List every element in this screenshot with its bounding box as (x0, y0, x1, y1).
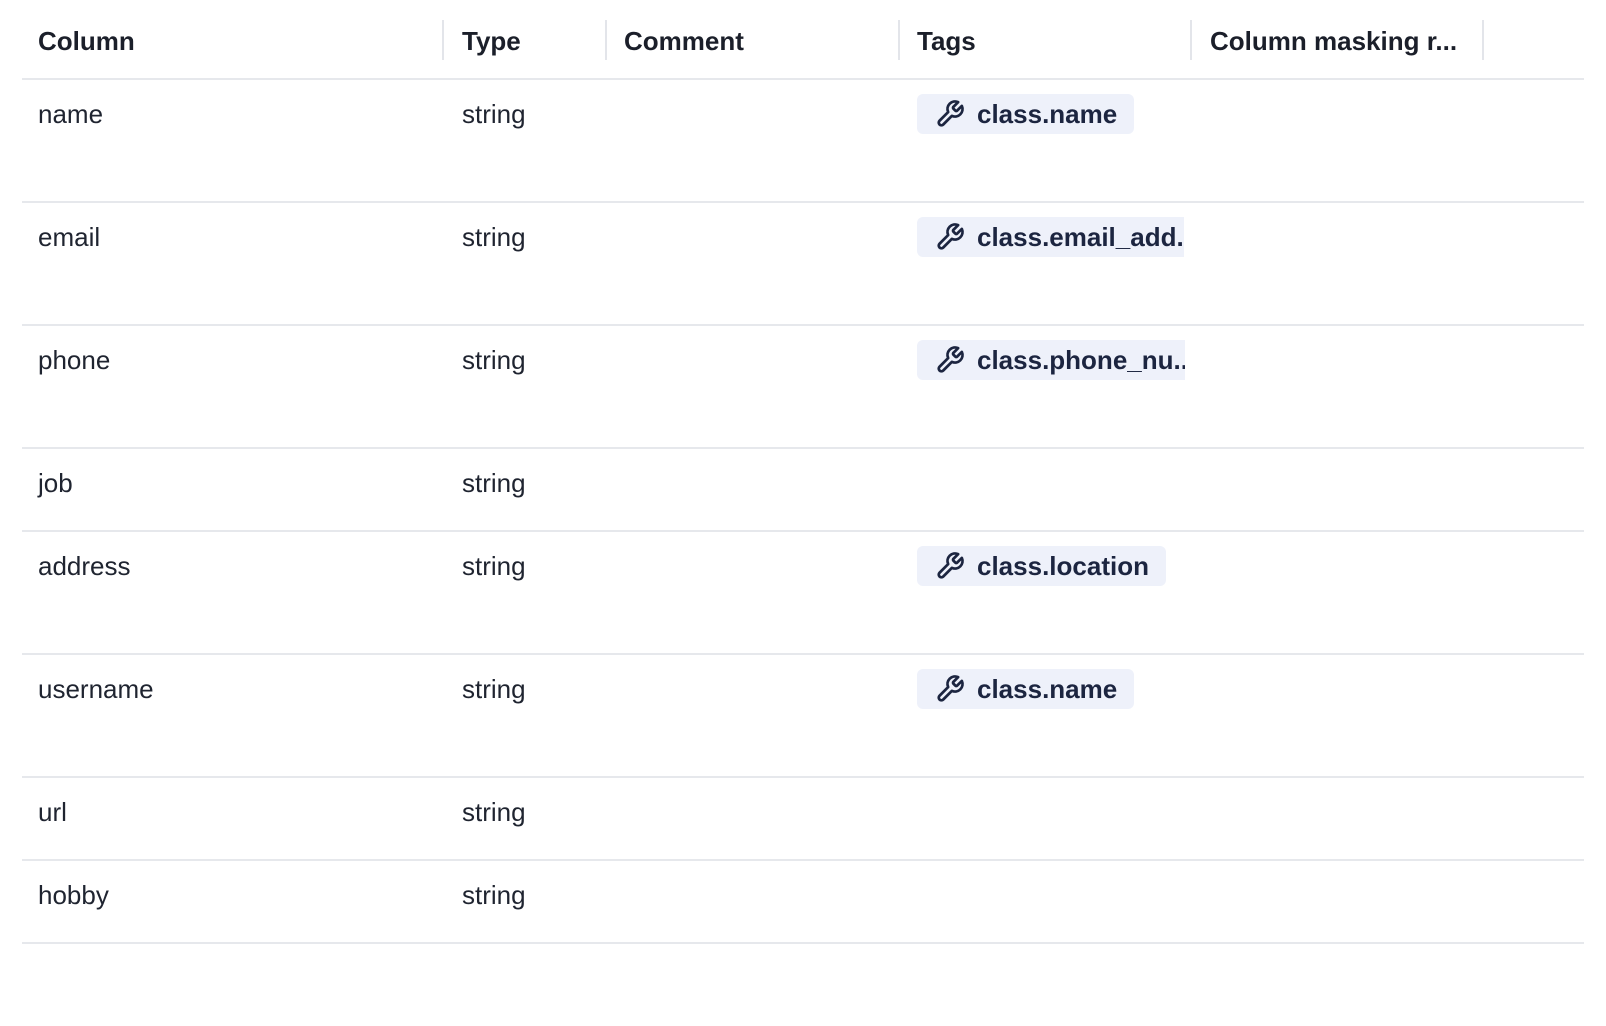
table-header: Column Type Comment Tags Column masking … (22, 0, 1584, 80)
header-comment[interactable]: Comment (624, 0, 894, 78)
column-name-cell: phone (38, 345, 111, 375)
table-row-hobby: hobby string (22, 861, 1584, 944)
wrench-icon (935, 551, 965, 581)
tag-label: class.location (977, 550, 1149, 581)
column-type-cell: string (462, 674, 526, 704)
column-type-cell: string (462, 99, 526, 129)
column-resize-handle[interactable] (898, 20, 900, 60)
column-name-cell: hobby (38, 880, 109, 910)
column-name-cell: name (38, 99, 104, 129)
tag-label: class.phone_nu.. (977, 344, 1185, 375)
column-type-cell: string (462, 222, 526, 252)
header-tags[interactable]: Tags (917, 0, 1187, 78)
tag-badge[interactable]: class.phone_nu.. (917, 340, 1185, 380)
tag-badge[interactable]: class.email_add. (917, 217, 1184, 257)
tag-label: class.name (977, 673, 1118, 704)
tag-label: class.email_add. (977, 221, 1184, 252)
column-name-cell: username (38, 674, 154, 704)
header-type[interactable]: Type (462, 0, 602, 78)
column-resize-handle[interactable] (605, 20, 607, 60)
column-name-cell: address (38, 551, 131, 581)
table-row-url: url string (22, 778, 1584, 861)
tag-badge[interactable]: class.name (917, 669, 1135, 709)
table-row-username: username string class.name (22, 655, 1584, 778)
column-resize-handle[interactable] (442, 20, 444, 60)
table-row-job: job string (22, 449, 1584, 532)
column-name-cell: job (38, 468, 73, 498)
table-row-email: email string class.email_add. (22, 203, 1584, 326)
column-type-cell: string (462, 880, 526, 910)
column-type-cell: string (462, 551, 526, 581)
column-type-cell: string (462, 345, 526, 375)
column-name-cell: email (38, 222, 101, 252)
column-resize-handle[interactable] (1190, 20, 1192, 60)
header-column[interactable]: Column (38, 0, 428, 78)
column-resize-handle[interactable] (1482, 20, 1484, 60)
tag-label: class.name (977, 98, 1118, 129)
wrench-icon (935, 99, 965, 129)
column-type-cell: string (462, 468, 526, 498)
table-row-name: name string class.name (22, 80, 1584, 203)
table-row-phone: phone string class.phone_nu.. (22, 326, 1584, 449)
header-column-masking-rule[interactable]: Column masking r... (1210, 0, 1480, 78)
wrench-icon (935, 222, 965, 252)
column-name-cell: url (38, 797, 67, 827)
tag-badge[interactable]: class.location (917, 546, 1166, 586)
column-type-cell: string (462, 797, 526, 827)
table-body: name string class.name email string clas… (22, 80, 1584, 944)
table-row-address: address string class.location (22, 532, 1584, 655)
columns-table: Column Type Comment Tags Column masking … (22, 0, 1584, 944)
wrench-icon (935, 345, 965, 375)
tag-badge[interactable]: class.name (917, 94, 1135, 134)
wrench-icon (935, 674, 965, 704)
